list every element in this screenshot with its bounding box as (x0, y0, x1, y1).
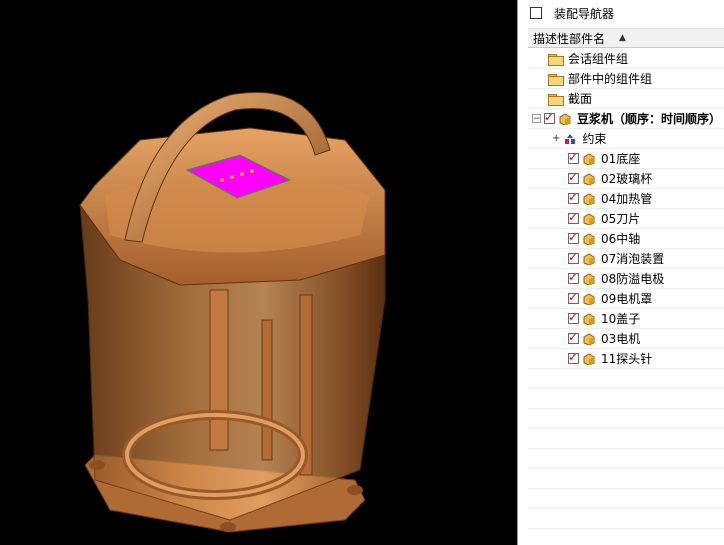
component-icon (583, 352, 595, 365)
soymilk-maker-model[interactable] (0, 0, 517, 545)
collapse-icon[interactable]: − (532, 114, 541, 124)
empty-row (528, 449, 724, 469)
assembly-icon (559, 112, 571, 125)
visibility-checkbox[interactable] (568, 350, 579, 364)
tree-item-label: 03电机 (601, 332, 641, 346)
component-icon (583, 272, 595, 285)
sort-ascending-icon[interactable]: ▲ (619, 33, 626, 43)
empty-row (528, 409, 724, 429)
empty-row (528, 389, 724, 409)
tree-item-label: 01底座 (601, 152, 641, 166)
component-icon (583, 252, 595, 265)
visibility-checkbox[interactable] (568, 170, 579, 184)
visibility-checkbox[interactable] (568, 190, 579, 204)
tree-item-component[interactable]: 03电机 (528, 329, 724, 349)
folder-icon (548, 53, 564, 66)
visibility-checkbox[interactable] (568, 270, 579, 284)
tree-item-component[interactable]: 05刀片 (528, 209, 724, 229)
tree-item-label: 02玻璃杯 (601, 172, 653, 186)
tree-item-component[interactable]: 07消泡装置 (528, 249, 724, 269)
visibility-checkbox[interactable] (544, 110, 555, 124)
tree-item-component[interactable]: 10盖子 (528, 309, 724, 329)
folder-icon (548, 73, 564, 86)
panel-toggle-checkbox[interactable] (530, 7, 542, 19)
constraint-icon (564, 133, 576, 145)
component-icon (583, 332, 595, 345)
component-icon (583, 172, 595, 185)
tree-item-component[interactable]: 02玻璃杯 (528, 169, 724, 189)
tree-item-label: 08防溢电极 (601, 272, 665, 286)
visibility-checkbox[interactable] (568, 330, 579, 344)
column-header[interactable]: 描述性部件名 ▲ (528, 28, 724, 48)
component-icon (583, 292, 595, 305)
tree-item-label: 04加热管 (601, 192, 653, 206)
tree-item-component[interactable]: 11探头针 (528, 349, 724, 369)
tree-item-label: 06中轴 (601, 232, 641, 246)
visibility-checkbox[interactable] (568, 310, 579, 324)
tree-rows: 会话组件组 部件中的组件组 截面 − 豆浆机（顺序：时间顺序） + 约束 01底… (528, 49, 724, 529)
tree-item-label: 会话组件组 (568, 52, 629, 66)
tree-item-label: 11探头针 (601, 352, 653, 366)
tree-item-component[interactable]: 06中轴 (528, 229, 724, 249)
empty-row (528, 429, 724, 449)
tree-item-component[interactable]: 01底座 (528, 149, 724, 169)
tree-item-label: 截面 (568, 92, 593, 106)
3d-viewport[interactable] (0, 0, 517, 545)
tree-item-label: 豆浆机（顺序：时间顺序） (577, 112, 722, 126)
column-header-label: 描述性部件名 (533, 31, 606, 46)
component-icon (583, 232, 595, 245)
visibility-checkbox[interactable] (568, 210, 579, 224)
tree-item-session-groups[interactable]: 会话组件组 (528, 49, 724, 69)
visibility-checkbox[interactable] (568, 250, 579, 264)
tree-item-part-groups[interactable]: 部件中的组件组 (528, 69, 724, 89)
tree-item-component[interactable]: 09电机罩 (528, 289, 724, 309)
tree-item-label: 09电机罩 (601, 292, 653, 306)
tree-item-component[interactable]: 08防溢电极 (528, 269, 724, 289)
component-icon (583, 312, 595, 325)
empty-row (528, 489, 724, 509)
navigator-title: 装配导航器 (554, 6, 615, 21)
folder-icon (548, 93, 564, 106)
navigator-title-bar: 装配导航器 (518, 0, 724, 26)
visibility-checkbox[interactable] (568, 290, 579, 304)
assembly-navigator: 装配导航器 描述性部件名 ▲ 会话组件组 部件中的组件组 截面 − 豆浆机（顺序… (517, 0, 724, 545)
visibility-checkbox[interactable] (568, 230, 579, 244)
tree-item-constraints[interactable]: + 约束 (528, 129, 724, 149)
tree-item-label: 约束 (582, 132, 607, 146)
empty-row (528, 469, 724, 489)
tree-item-label: 05刀片 (601, 212, 641, 226)
empty-row (528, 369, 724, 389)
tree-item-label: 10盖子 (601, 312, 641, 326)
tree-item-label: 部件中的组件组 (568, 72, 653, 86)
component-icon (583, 192, 595, 205)
visibility-checkbox[interactable] (568, 150, 579, 164)
empty-row (528, 509, 724, 529)
component-icon (583, 212, 595, 225)
tree-item-label: 07消泡装置 (601, 252, 665, 266)
expand-icon[interactable]: + (552, 133, 560, 144)
tree-item-component[interactable]: 04加热管 (528, 189, 724, 209)
component-icon (583, 152, 595, 165)
tree-item-root-assembly[interactable]: − 豆浆机（顺序：时间顺序） (528, 109, 724, 129)
tree-item-sections[interactable]: 截面 (528, 89, 724, 109)
